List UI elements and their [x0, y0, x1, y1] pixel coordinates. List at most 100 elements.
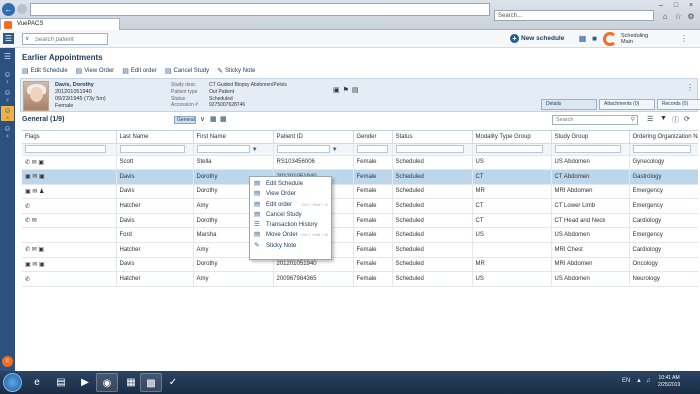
tab-attachments[interactable]: Attachments (0)	[599, 99, 655, 110]
home-icon[interactable]: ⌂	[660, 12, 670, 22]
favorites-icon[interactable]: ☆	[673, 12, 683, 22]
chrome-taskbar-icon[interactable]: ◉	[96, 373, 118, 392]
forward-button[interactable]	[17, 4, 27, 14]
minimize-button[interactable]: –	[655, 2, 667, 11]
sticky-note-button[interactable]: ✎ Sticky Note	[217, 66, 255, 76]
monitor-icon[interactable]: ▣	[333, 86, 340, 94]
col-patient-id[interactable]: Patient ID	[273, 131, 354, 144]
filter-funnel-icon[interactable]: ▼	[252, 147, 258, 153]
app3-taskbar-icon[interactable]: ✓	[162, 373, 184, 392]
tab-records[interactable]: Records (0)	[657, 99, 700, 110]
filter-study-group[interactable]	[554, 145, 622, 153]
patient-banner: Davis, Dorothy 201201051940 09/23/1945 (…	[20, 78, 700, 112]
table-row[interactable]: Ford Marsha Female Scheduled US US Abdomen Eme…	[22, 227, 698, 244]
col-flags[interactable]: Flags	[22, 131, 117, 144]
patient-search-input[interactable]	[35, 35, 105, 44]
table-row[interactable]: ▣ ✉ ♟ Davis Dorothy Female Scheduled MR MRI Ab…	[22, 184, 698, 200]
settings-gear-icon[interactable]: ⚙	[686, 12, 696, 22]
start-button[interactable]	[3, 373, 22, 392]
address-bar[interactable]	[30, 3, 490, 16]
media-taskbar-icon[interactable]: ▶	[74, 373, 96, 392]
nav-item-2[interactable]: ☺ 2	[1, 88, 14, 103]
info-icon[interactable]: ⓘ	[672, 115, 679, 125]
grid-search-input[interactable]: Search ⚲	[552, 115, 638, 125]
refresh-icon[interactable]: ⟳	[684, 115, 690, 123]
row-study-group: MRI Abdomen	[551, 184, 630, 200]
browser-search-input[interactable]: Search...	[494, 10, 654, 21]
flag-icon[interactable]: ⚑	[343, 86, 349, 94]
worklist-selector[interactable]: General	[174, 116, 196, 124]
filter-status[interactable]	[395, 145, 464, 153]
nav-item-3[interactable]: ☺ 3	[1, 106, 14, 121]
volume-icon[interactable]: ♫	[646, 378, 651, 384]
new-schedule-button[interactable]: + New schedule	[510, 33, 564, 45]
app-taskbar-icon[interactable]: ▦	[120, 373, 142, 392]
context-menu-item[interactable]: ✎ Sticky Note	[250, 241, 331, 251]
view-order-button[interactable]: ▤ View Order	[76, 66, 115, 76]
nav-item-menu[interactable]: ☰	[1, 52, 14, 67]
grid-apps-icon[interactable]: ▦	[578, 34, 587, 43]
col-study-group[interactable]: Study Group	[551, 131, 630, 144]
col-first-name[interactable]: First Name	[193, 131, 274, 144]
tab-details[interactable]: Details	[541, 99, 597, 110]
col-org-name[interactable]: Ordering Organization Name	[629, 131, 698, 144]
status-indicator-icon[interactable]: c	[2, 356, 13, 367]
back-button[interactable]: ←	[2, 3, 15, 16]
context-menu-item[interactable]: ☰ Transaction History	[250, 220, 331, 230]
chat-icon[interactable]: ■	[590, 34, 599, 43]
filter-funnel-icon[interactable]: ▼	[332, 147, 338, 153]
edit-schedule-button[interactable]: ▤ Edit Schedule	[22, 66, 68, 76]
language-indicator[interactable]: EN	[622, 378, 630, 384]
context-menu-item[interactable]: ▤ Cancel Study	[250, 210, 331, 220]
filter-flags[interactable]	[25, 145, 107, 153]
context-menu-item[interactable]: ▤ Edit order Ctrl + Shift + O	[250, 200, 331, 210]
list-view-icon[interactable]: ☰	[647, 115, 653, 123]
table-row[interactable]: ▣ ✉ ▣DavisDorothy201201051940FemaleSched…	[22, 257, 698, 273]
col-gender[interactable]: Gender	[353, 131, 393, 144]
user-name: Main	[621, 39, 633, 45]
context-menu-item[interactable]: ▤ Edit Schedule	[250, 179, 331, 189]
filter-icon[interactable]: ▼	[660, 115, 667, 122]
filter-first-name[interactable]	[196, 145, 250, 153]
explorer-taskbar-icon[interactable]: ▤	[50, 373, 72, 392]
save-icon[interactable]: ▦	[210, 115, 217, 123]
menu-icon[interactable]: ☰	[3, 33, 14, 44]
edit-order-button[interactable]: ▤ Edit order	[122, 66, 157, 76]
chevron-down-icon[interactable]: ∨	[25, 35, 32, 43]
new-schedule-label: New schedule	[521, 35, 565, 42]
table-row[interactable]: ✆ ✉ Davis Dorothy Female Scheduled CT CT Head …	[22, 213, 698, 229]
taskbar-clock[interactable]: 10:41 AM 2/25/2019	[658, 375, 680, 389]
edit-order-icon: ▤	[122, 68, 129, 75]
col-status[interactable]: Status	[392, 131, 473, 144]
nav-item-4[interactable]: ☺ 4	[1, 124, 14, 139]
context-menu-item[interactable]: ▤ View Order	[250, 189, 331, 199]
more-options-icon[interactable]: ⋮	[680, 34, 688, 43]
col-last-name[interactable]: Last Name	[116, 131, 194, 144]
browser-tab[interactable]: VuePACS	[0, 18, 120, 30]
user-menu[interactable]: Scheduling Main	[603, 31, 673, 47]
table-row[interactable]: ✆ ✉ ▣ Scott Stella RS103456006 Female Schedul…	[22, 155, 698, 171]
document-icon[interactable]: ▤	[352, 86, 359, 94]
filter-patient-id[interactable]	[276, 145, 330, 153]
app2-taskbar-icon[interactable]: ▩	[140, 373, 162, 392]
table-row[interactable]: ✆ ✉ ▣ Hatcher Amy Female Scheduled MRI Chest C…	[22, 242, 698, 258]
network-icon[interactable]: ▲	[636, 378, 642, 384]
table-row[interactable]: ✆ Hatcher Amy Female Scheduled CT CT Lower Lim…	[22, 198, 698, 214]
cancel-study-button[interactable]: ▤ Cancel Study	[165, 66, 209, 76]
chevron-down-icon[interactable]: ∨	[200, 115, 205, 123]
ie-taskbar-icon[interactable]: e	[26, 373, 48, 392]
maximize-button[interactable]: □	[670, 2, 682, 11]
save-as-icon[interactable]: ▦	[220, 115, 227, 123]
close-window-button[interactable]: ×	[685, 2, 697, 11]
col-modality[interactable]: Modality Type Group	[472, 131, 552, 144]
filter-org[interactable]	[632, 145, 691, 153]
filter-gender[interactable]	[356, 145, 388, 153]
table-row[interactable]: ▣ ✉ ▣DavisDorothy201201051940FemaleSched…	[22, 169, 698, 185]
table-row[interactable]: ✆ Hatcher Amy 200967984365 Female Scheduled US…	[22, 271, 698, 287]
nav-item-1[interactable]: ☺ 1	[1, 70, 14, 85]
filter-modality[interactable]	[475, 145, 543, 153]
banner-more-icon[interactable]: ⋮	[686, 83, 694, 92]
filter-last-name[interactable]	[119, 145, 186, 153]
context-menu-item[interactable]: ▤ Move Order Ctrl + Shift + M	[250, 230, 331, 240]
patient-search[interactable]: ∨	[22, 33, 108, 45]
